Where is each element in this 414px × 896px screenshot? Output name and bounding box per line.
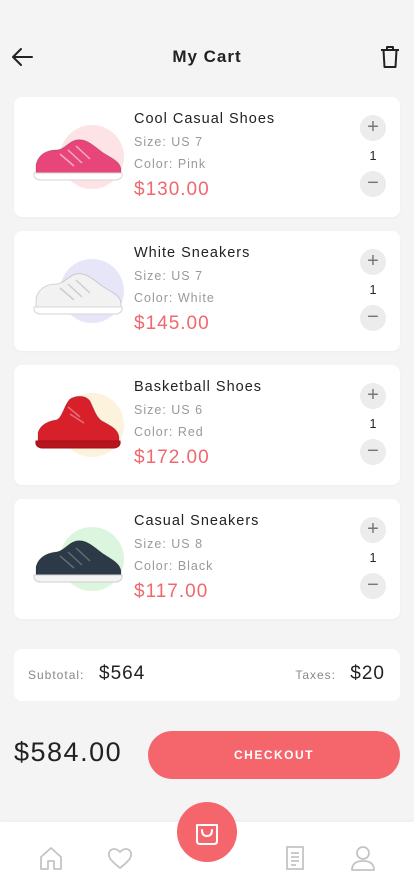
minus-icon: − (367, 306, 379, 328)
product-price: $172.00 (134, 447, 210, 468)
total-price: $584.00 (14, 737, 123, 767)
product-name: Cool Casual Shoes (134, 111, 276, 127)
product-size: Size: US 7 (134, 135, 204, 149)
plus-icon: + (367, 116, 379, 138)
increase-quantity-button[interactable]: + (360, 383, 386, 409)
product-image (30, 521, 140, 601)
delete-cart-button[interactable] (378, 44, 402, 70)
trash-icon (381, 46, 399, 68)
product-image (30, 253, 140, 333)
quantity-value: 1 (369, 283, 377, 297)
quantity-value: 1 (369, 551, 377, 565)
minus-icon: − (367, 574, 379, 596)
header: My Cart (0, 0, 414, 90)
cart-tab-button[interactable] (177, 802, 237, 862)
decrease-quantity-button[interactable]: − (360, 439, 386, 465)
product-name: White Sneakers (134, 245, 251, 261)
sneaker-icon (33, 540, 123, 583)
sneaker-icon (33, 139, 123, 181)
increase-quantity-button[interactable]: + (360, 115, 386, 141)
product-name: Casual Sneakers (134, 513, 260, 529)
profile-icon (351, 846, 375, 871)
orders-icon (286, 846, 304, 870)
minus-icon: − (367, 172, 379, 194)
plus-icon: + (367, 518, 379, 540)
cart-item: Cool Casual Shoes Size: US 7 Color: Pink… (14, 97, 400, 217)
shopping-bag-icon (196, 824, 218, 845)
product-color: Color: Red (134, 425, 204, 439)
plus-icon: + (367, 384, 379, 406)
plus-icon: + (367, 250, 379, 272)
product-size: Size: US 7 (134, 269, 204, 283)
decrease-quantity-button[interactable]: − (360, 573, 386, 599)
taxes-label: Taxes: (295, 668, 336, 682)
product-size: Size: US 6 (134, 403, 204, 417)
decrease-quantity-button[interactable]: − (360, 305, 386, 331)
quantity-value: 1 (369, 149, 377, 163)
cart-item: Casual Sneakers Size: US 8 Color: Black … (14, 499, 400, 619)
cart-item: Basketball Shoes Size: US 6 Color: Red $… (14, 365, 400, 485)
home-icon (40, 847, 62, 870)
sneaker-icon (33, 273, 123, 315)
heart-icon (107, 848, 133, 869)
product-image (30, 119, 140, 199)
page-title: My Cart (172, 47, 242, 66)
product-name: Basketball Shoes (134, 379, 263, 395)
product-price: $145.00 (134, 313, 210, 334)
product-color: Color: White (134, 291, 215, 305)
subtotal-value: $564 (99, 663, 146, 684)
product-image (30, 387, 140, 467)
decrease-quantity-button[interactable]: − (360, 171, 386, 197)
product-price: $130.00 (134, 179, 210, 200)
minus-icon: − (367, 440, 379, 462)
tab-home[interactable] (37, 844, 65, 872)
increase-quantity-button[interactable]: + (360, 249, 386, 275)
quantity-value: 1 (369, 417, 377, 431)
product-color: Color: Pink (134, 157, 207, 171)
checkout-button[interactable]: CHECKOUT (148, 731, 400, 779)
product-price: $117.00 (134, 581, 209, 602)
taxes-value: $20 (350, 663, 385, 684)
tab-orders[interactable] (281, 844, 309, 872)
order-summary: Subtotal: $564 Taxes: $20 (14, 649, 400, 701)
product-size: Size: US 8 (134, 537, 204, 551)
tab-profile[interactable] (349, 844, 377, 872)
cart-item: White Sneakers Size: US 7 Color: White $… (14, 231, 400, 351)
increase-quantity-button[interactable]: + (360, 517, 386, 543)
product-color: Color: Black (134, 559, 214, 573)
sneaker-icon (35, 395, 121, 449)
subtotal-label: Subtotal: (28, 668, 85, 682)
tab-favorites[interactable] (106, 844, 134, 872)
